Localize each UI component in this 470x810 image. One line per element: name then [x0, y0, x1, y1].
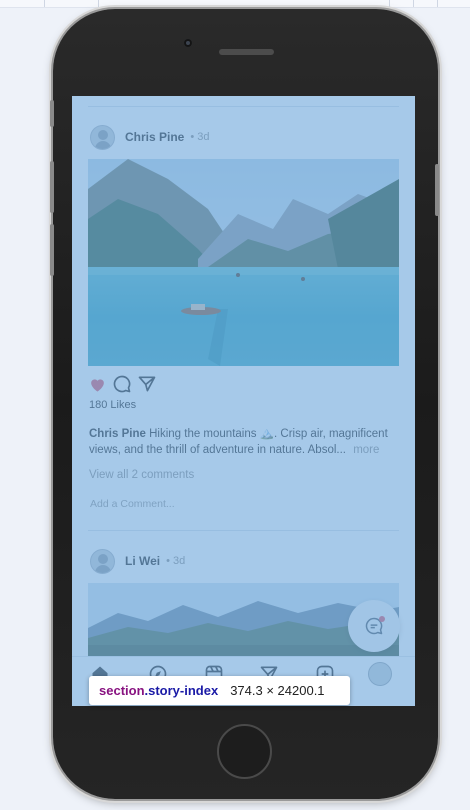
heart-icon[interactable] — [88, 375, 107, 394]
phone-power-button — [435, 164, 439, 216]
comment-icon[interactable] — [112, 374, 132, 394]
send-icon[interactable] — [137, 374, 157, 394]
front-camera — [184, 39, 192, 47]
divider — [88, 530, 399, 531]
post-author[interactable]: Li Wei — [125, 554, 160, 568]
post-time: • 3d — [166, 555, 186, 567]
post-header: Chris Pine • 3d — [90, 124, 210, 150]
phone-mute-switch — [50, 100, 54, 127]
inspector-dimensions: 374.3 × 24200.1 — [230, 683, 325, 698]
add-comment-input[interactable]: Add a Comment... — [90, 498, 175, 510]
profile-avatar[interactable] — [368, 662, 392, 686]
divider — [88, 106, 399, 107]
phone-screen: Chris Pine • 3d 180 Likes Chris Pine Hik… — [72, 96, 415, 706]
home-button[interactable] — [217, 724, 272, 779]
post-actions — [88, 374, 157, 394]
caption-author[interactable]: Chris Pine — [89, 428, 146, 440]
like-count[interactable]: 180 Likes — [89, 399, 136, 411]
story-index: Chris Pine • 3d 180 Likes Chris Pine Hik… — [72, 96, 415, 706]
avatar[interactable] — [90, 548, 115, 574]
chat-fab-button[interactable] — [348, 600, 400, 652]
post-author[interactable]: Chris Pine — [125, 130, 184, 144]
post-caption: Chris Pine Hiking the mountains 🏔️. Cris… — [89, 426, 401, 458]
inspector-class: .story-index — [144, 683, 219, 698]
inspector-tooltip: section .story-index 374.3 × 24200.1 — [89, 676, 350, 705]
view-comments-link[interactable]: View all 2 comments — [89, 469, 194, 481]
notification-dot — [379, 616, 385, 622]
avatar[interactable] — [90, 124, 115, 150]
post-header: Li Wei • 3d — [90, 548, 185, 574]
post-photo-mountain-lake[interactable] — [88, 159, 399, 366]
inspector-tag: section — [99, 683, 145, 698]
phone-volume-down-button — [50, 224, 54, 276]
earpiece-speaker — [219, 49, 274, 55]
browser-toolbar — [0, 0, 470, 8]
more-link[interactable]: more — [353, 444, 379, 456]
phone-volume-up-button — [50, 161, 54, 213]
post-time: • 3d — [190, 131, 210, 143]
